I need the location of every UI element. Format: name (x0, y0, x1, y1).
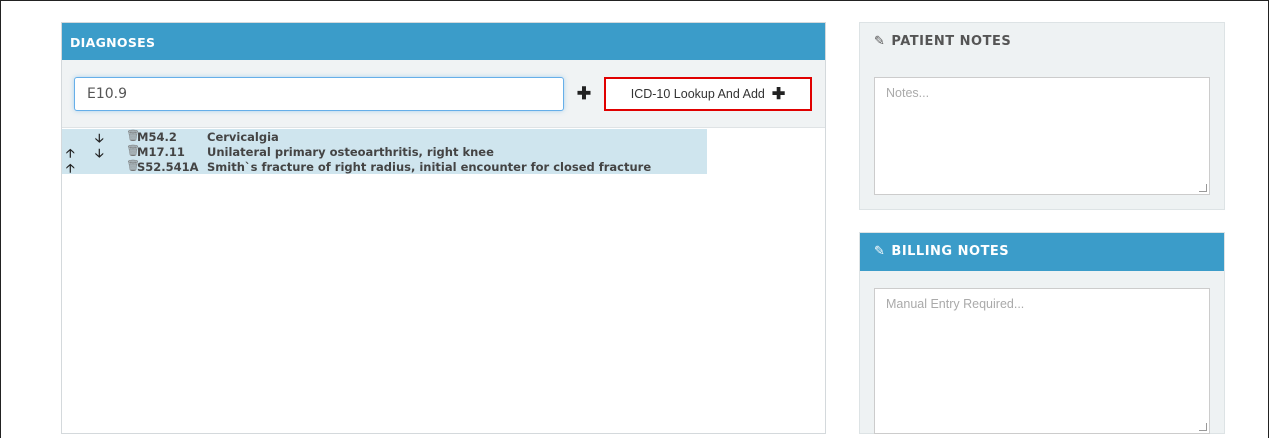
diagnoses-title: DIAGNOSES (62, 23, 825, 60)
arrow-up-icon[interactable]: 🡡 (66, 159, 75, 180)
patient-notes-placeholder: Notes... (886, 86, 930, 100)
billing-notes-title: BILLING NOTES (891, 244, 1010, 259)
diagnosis-code: M54.2 (137, 130, 177, 144)
diagnosis-row: 🡡 🡣 🗑 M17.11 Unilateral primary osteoart… (62, 144, 707, 160)
resize-grip-icon[interactable] (1199, 423, 1207, 431)
diagnosis-description: Unilateral primary osteoarthritis, right… (207, 145, 494, 159)
add-diagnosis-button[interactable]: ✚ (569, 77, 599, 111)
billing-notes-textarea[interactable]: Manual Entry Required... (874, 288, 1210, 434)
patient-notes-header: ✎ PATIENT NOTES (860, 23, 1224, 61)
diagnosis-code: S52.541A (137, 160, 199, 174)
patient-notes-textarea[interactable]: Notes... (874, 77, 1210, 195)
pencil-icon: ✎ (874, 34, 886, 49)
plus-icon: ✚ (771, 86, 786, 103)
billing-notes-placeholder: Manual Entry Required... (886, 297, 1025, 311)
diagnosis-code: M17.11 (137, 145, 185, 159)
plus-icon: ✚ (576, 84, 592, 103)
diagnoses-toolbar: E10.9 ✚ ICD-10 Lookup And Add ✚ (62, 60, 825, 128)
diagnosis-row: 🡡 🗑 S52.541A Smith`s fracture of right r… (62, 159, 707, 175)
billing-notes-header: ✎ BILLING NOTES (860, 233, 1224, 271)
diagnosis-row: 🡣 🗑 M54.2 Cervicalgia (62, 129, 707, 145)
patient-notes-title: PATIENT NOTES (891, 34, 1012, 49)
diagnosis-code-input[interactable]: E10.9 (74, 77, 564, 111)
diagnoses-panel: DIAGNOSES E10.9 ✚ ICD-10 Lookup And Add … (61, 22, 826, 434)
icd10-lookup-add-button[interactable]: ICD-10 Lookup And Add ✚ (604, 77, 812, 111)
lookup-button-label: ICD-10 Lookup And Add (630, 87, 765, 101)
patient-notes-panel: ✎ PATIENT NOTES Notes... (859, 22, 1225, 210)
billing-notes-panel: ✎ BILLING NOTES Manual Entry Required... (859, 232, 1225, 434)
diagnosis-description: Cervicalgia (207, 130, 279, 144)
pencil-icon: ✎ (874, 244, 886, 259)
resize-grip-icon[interactable] (1199, 184, 1207, 192)
diagnosis-description: Smith`s fracture of right radius, initia… (207, 160, 652, 174)
diagnosis-list: 🡣 🗑 M54.2 Cervicalgia 🡡 🡣 🗑 M17.11 Unila… (62, 129, 707, 175)
